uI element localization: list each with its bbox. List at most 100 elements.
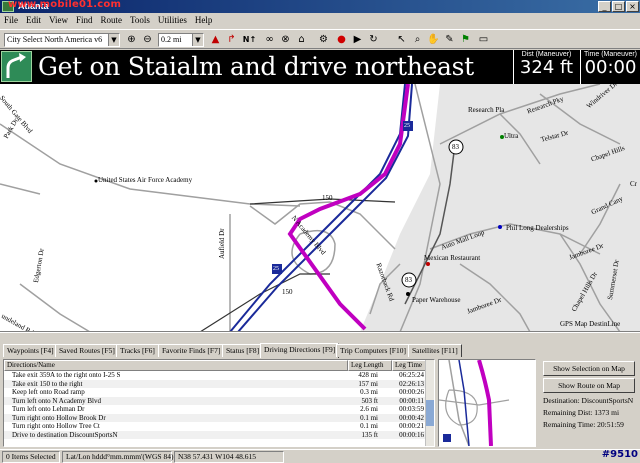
shield-25-label-a: 25 [404, 123, 410, 129]
measure-icon[interactable]: ✎ [442, 33, 457, 47]
map-label-ultra: Ultra [504, 132, 519, 140]
maneuver-instruction: Get on Staialm and drive northeast [38, 52, 474, 81]
row-length: 2.6 mi [360, 405, 378, 413]
map-label-mexican: Mexican Restaurant [424, 254, 481, 262]
coordinate-format-status: Lat/Lon hddd°mm.mmm'(WGS 84) [62, 451, 173, 463]
menu-utilities[interactable]: Utilities [154, 14, 191, 25]
destination-text: Destination: DiscountSportsN [543, 396, 634, 405]
tab-tracks[interactable]: Tracks [F6] [116, 344, 159, 357]
chevron-down-icon[interactable]: ▼ [192, 34, 203, 46]
scrollbar-thumb[interactable] [426, 400, 434, 426]
header-length[interactable]: Leg Length [348, 360, 392, 371]
menu-help[interactable]: Help [191, 14, 217, 25]
row-name: Take exit 359A to the right onto I-25 S [12, 371, 121, 379]
turn-right-icon[interactable]: ↱ [224, 33, 239, 47]
pan-hand-icon[interactable]: ✋ [426, 33, 441, 47]
shield-25-label-b: 25 [273, 266, 279, 272]
table-row[interactable]: Take exit 359A to the right onto I-25 S 4… [4, 371, 426, 380]
turn-direction-icon [1, 51, 32, 82]
menu-file[interactable]: File [0, 14, 22, 25]
zoom-out-icon[interactable]: ⊖ [140, 33, 155, 47]
cursor-coordinates-status: N38 57.431 W104 48.615 [174, 451, 284, 463]
table-row[interactable]: Turn left onto N Academy Blvd 503 ft 00:00… [4, 396, 426, 405]
route-banner: Get on Staialm and drive northeast Dist … [0, 50, 640, 84]
menu-route[interactable]: Route [97, 14, 127, 25]
directions-table: Directions/Name Leg Length Leg Time Take… [3, 359, 435, 447]
show-route-button[interactable]: Show Route on Map [543, 378, 635, 393]
maneuver-minimap [438, 359, 536, 447]
map-label-aufield: Aufield Dr [218, 228, 226, 259]
record-icon[interactable]: ● [334, 33, 349, 47]
row-time: 00:00:16 [399, 430, 424, 439]
screenshot-stamp: #9510 [601, 449, 638, 460]
settings-icon[interactable]: ⚙ [316, 33, 331, 47]
row-length: 0.1 mi [360, 413, 378, 422]
menu-view[interactable]: View [45, 14, 72, 25]
zoom-tool-icon[interactable]: ⌕ [410, 33, 425, 47]
waypoint-flag-icon[interactable]: ⚑ [458, 33, 473, 47]
map-label-paper-warehouse: Paper Warehouse [412, 296, 461, 304]
shield-83-label-a: 83 [452, 143, 459, 151]
play-icon[interactable]: ▶ [350, 33, 365, 47]
close-button[interactable]: × [626, 1, 639, 12]
items-selected-status: 0 Items Selected [2, 451, 60, 463]
tab-satellites[interactable]: Satellites [F11] [408, 344, 462, 357]
table-row[interactable]: Turn left onto Lehman Dr 2.6 mi 00:03:59 [4, 405, 426, 414]
maximize-button[interactable]: □ [612, 1, 625, 12]
select-arrow-icon[interactable]: ↖ [394, 33, 409, 47]
row-length: 503 ft [361, 396, 378, 405]
arrow-up-icon[interactable]: ▲ [208, 33, 223, 47]
zoom-scale-select[interactable]: 0.2 mi ▼ [158, 33, 204, 47]
tab-favorite-finds[interactable]: Favorite Finds [F7] [158, 344, 225, 357]
minimap-graphics [439, 360, 510, 446]
row-name: Turn left onto N Academy Blvd [12, 396, 101, 405]
row-length: 0.3 mi [360, 388, 378, 396]
map-label-150-a: 150 [322, 194, 333, 202]
zoom-scale-value: 0.2 mi [161, 35, 182, 44]
minimize-button[interactable]: _ [598, 1, 611, 12]
refresh-icon[interactable]: ↻ [366, 33, 381, 47]
tab-trip-computers[interactable]: Trip Computers [F10] [336, 344, 410, 357]
ruler-icon[interactable]: ▭ [476, 33, 491, 47]
remaining-distance-text: Remaining Dist: 1373 mi [543, 408, 620, 417]
map-label-usaf: United States Air Force Academy [98, 176, 193, 184]
table-row[interactable]: Take exit 150 to the right 157 mi 02:26:13 [4, 379, 426, 388]
tab-driving-directions[interactable]: Driving Directions [F9] [260, 343, 340, 358]
show-selection-button[interactable]: Show Selection on Map [543, 361, 635, 376]
row-time: 00:03:59 [399, 405, 424, 413]
tab-waypoints[interactable]: Waypoints [F4] [3, 344, 58, 357]
table-row[interactable]: Keep left onto Road ramp 0.3 mi 00:00:26 [4, 388, 426, 397]
row-name: Take exit 150 to the right [12, 379, 83, 388]
map-product-select[interactable]: City Select North America v6 ▼ [4, 33, 120, 47]
row-name: Keep left onto Road ramp [12, 388, 85, 396]
map-canvas[interactable]: South Gate Blvd Park Dr United States Ai… [0, 84, 640, 332]
tab-status[interactable]: Status [F8] [222, 344, 264, 357]
maneuver-time: Time (Maneuver) 00:00 [580, 50, 640, 84]
map-horizontal-scrollbar[interactable] [0, 332, 640, 342]
table-row[interactable]: Drive to destination DiscountSportsN 135 … [4, 430, 426, 439]
car-icon[interactable]: ⌂ [294, 33, 309, 47]
menu-find[interactable]: Find [72, 14, 97, 25]
table-row[interactable]: Turn right onto Hollow Tree Ct 0.1 mi 00:0… [4, 422, 426, 431]
find-nearest-icon[interactable]: ⊗ [278, 33, 293, 47]
header-time[interactable]: Leg Time [392, 360, 426, 371]
status-bar: 0 Items Selected Lat/Lon hddd°mm.mmm'(WG… [0, 449, 640, 463]
row-name: Turn right onto Hollow Tree Ct [12, 422, 100, 430]
map-label-c-dr: Cr [630, 180, 637, 188]
header-name[interactable]: Directions/Name [4, 360, 348, 371]
menu-edit[interactable]: Edit [22, 14, 45, 25]
zoom-in-icon[interactable]: ⊕ [124, 33, 139, 47]
remaining-time-text: Remaining Time: 20:51:59 [543, 420, 624, 429]
menu-tools[interactable]: Tools [126, 14, 154, 25]
tab-strip: Waypoints [F4] Saved Routes [F5] Tracks … [0, 343, 640, 358]
binoculars-icon[interactable]: ∞ [262, 33, 277, 47]
map-label-phil-long: Phil Long Dealerships [506, 224, 569, 232]
shield-83-label-b: 83 [405, 276, 412, 284]
chevron-down-icon[interactable]: ▼ [108, 34, 119, 46]
map-label-research-pla: Research Pla [468, 106, 505, 114]
table-row[interactable]: Turn right onto Hollow Brook Dr 0.1 mi 00:… [4, 413, 426, 422]
row-name: Drive to destination DiscountSportsN [12, 430, 118, 439]
tab-saved-routes[interactable]: Saved Routes [F5] [55, 344, 119, 357]
north-up-icon[interactable]: N↑ [242, 33, 257, 47]
directions-scrollbar[interactable] [425, 360, 434, 446]
